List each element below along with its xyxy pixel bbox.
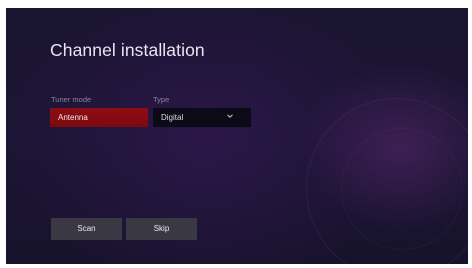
background-decoration [341,128,463,250]
chevron-down-icon [227,114,233,118]
type-value: Digital [161,113,184,122]
type-select[interactable]: Digital [153,108,251,127]
type-label: Type [153,95,170,104]
page-title: Channel installation [50,40,205,60]
tv-screen: Channel installation Tuner mode Type Ant… [6,8,468,264]
scan-button[interactable]: Scan [51,218,122,240]
tuner-mode-label: Tuner mode [51,95,92,104]
tuner-mode-value: Antenna [58,113,88,122]
tv-frame: Channel installation Tuner mode Type Ant… [0,0,472,268]
tuner-mode-select[interactable]: Antenna [50,108,148,127]
skip-button[interactable]: Skip [126,218,197,240]
